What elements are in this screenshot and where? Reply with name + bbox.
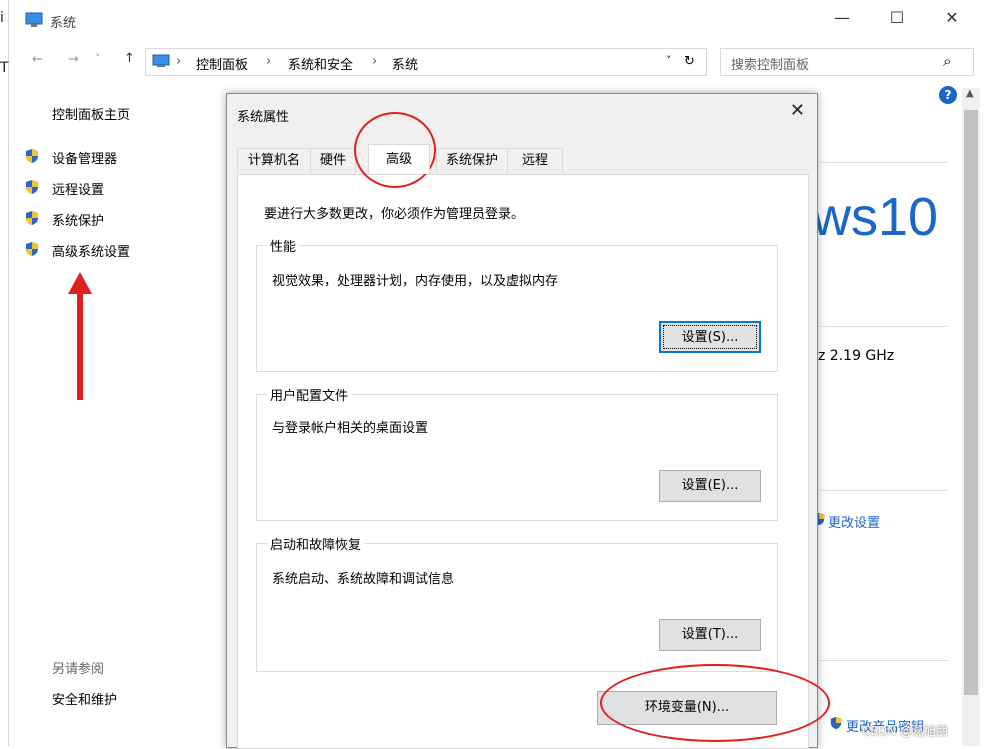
crumb-sep-icon: › <box>372 54 378 69</box>
up-button[interactable]: ↑ <box>124 51 135 66</box>
recent-dropdown[interactable]: ˅ <box>95 52 101 65</box>
address-box[interactable]: › 控制面板 › 系统和安全 › 系统 ˅ ↻ <box>145 48 707 76</box>
tab-advanced[interactable]: 高级 <box>368 144 430 174</box>
divider <box>820 162 948 163</box>
crumb-sep-icon: › <box>176 54 182 69</box>
tab-remote[interactable]: 远程 <box>507 148 563 173</box>
forward-button[interactable]: → <box>68 52 79 67</box>
see-also-heading: 另请参阅 <box>52 662 105 677</box>
annotation-circle-env <box>600 664 830 742</box>
watermark: CSDN @葛旭朋 <box>862 724 949 738</box>
sidebar-home-link[interactable]: 控制面板主页 <box>52 104 130 123</box>
edge-char-1: i <box>0 10 4 26</box>
shield-icon <box>830 716 842 730</box>
window-titlebar: 系统 — ☐ ✕ <box>22 0 988 42</box>
dialog-close-button[interactable]: ✕ <box>790 100 805 121</box>
change-settings-link[interactable]: 更改设置 <box>828 512 880 531</box>
address-dropdown-icon[interactable]: ˅ <box>666 54 672 67</box>
crumb-security[interactable]: 系统和安全 <box>288 54 353 73</box>
user-profiles-legend: 用户配置文件 <box>267 385 352 404</box>
maximize-button[interactable]: ☐ <box>877 8 917 27</box>
sidebar-item-remote-settings[interactable]: 远程设置 <box>52 179 104 198</box>
performance-desc: 视觉效果，处理器计划，内存使用，以及虚拟内存 <box>272 274 559 289</box>
windows-logo-text: ws10 <box>812 187 939 247</box>
sidebar-item-advanced-settings[interactable]: 高级系统设置 <box>52 241 130 260</box>
performance-settings-button[interactable]: 设置(S)... <box>659 321 761 353</box>
focus-ring <box>663 325 757 349</box>
user-profiles-settings-button[interactable]: 设置(E)... <box>659 470 761 502</box>
divider <box>820 490 948 491</box>
crumb-sep-icon: › <box>266 54 272 69</box>
scroll-up-icon[interactable]: ▲ <box>966 88 974 99</box>
help-icon[interactable]: ? <box>939 86 957 104</box>
startup-recovery-legend: 启动和故障恢复 <box>267 534 365 553</box>
shield-icon <box>26 242 38 256</box>
startup-recovery-group: 启动和故障恢复 系统启动、系统故障和调试信息 设置(T)... <box>256 534 778 672</box>
shield-icon <box>26 211 38 225</box>
tab-computer-name[interactable]: 计算机名 <box>237 148 311 173</box>
startup-recovery-desc: 系统启动、系统故障和调试信息 <box>272 572 455 587</box>
performance-legend: 性能 <box>267 236 300 255</box>
advanced-tab-panel: 要进行大多数更改，你必须作为管理员登录。 性能 视觉效果，处理器计划，内存使用，… <box>237 174 809 749</box>
sidebar-item-system-protection[interactable]: 系统保护 <box>52 210 104 229</box>
scrollbar-thumb[interactable] <box>964 110 978 695</box>
annotation-arrow <box>68 272 92 400</box>
divider <box>820 660 948 661</box>
user-profiles-desc: 与登录帐户相关的桌面设置 <box>272 421 429 436</box>
back-button[interactable]: ← <box>32 52 43 67</box>
shield-icon <box>26 180 38 194</box>
close-window-button[interactable]: ✕ <box>932 8 972 27</box>
security-maintenance-link[interactable]: 安全和维护 <box>52 689 117 708</box>
tab-system-protection[interactable]: 系统保护 <box>436 148 508 173</box>
admin-notice: 要进行大多数更改，你必须作为管理员登录。 <box>264 207 525 222</box>
refresh-icon[interactable]: ↻ <box>684 54 695 69</box>
dialog-title: 系统属性 <box>237 110 290 125</box>
search-icon[interactable]: ⌕ <box>943 52 951 70</box>
window-title: 系统 <box>50 16 77 31</box>
minimize-button[interactable]: — <box>822 8 862 27</box>
edge-char-2: T <box>0 60 9 76</box>
sidebar-item-device-manager[interactable]: 设备管理器 <box>52 148 117 167</box>
tab-hardware[interactable]: 硬件 <box>310 148 356 173</box>
control-panel-icon <box>152 54 170 67</box>
divider <box>820 326 948 327</box>
startup-recovery-settings-button[interactable]: 设置(T)... <box>659 619 761 651</box>
shield-icon <box>26 149 38 163</box>
user-profiles-group: 用户配置文件 与登录帐户相关的桌面设置 设置(E)... <box>256 385 778 521</box>
system-properties-dialog: 系统属性 ✕ 计算机名 硬件 高级 系统保护 远程 要进行大多数更改，你必须作为… <box>226 93 818 749</box>
monitor-icon <box>25 12 43 27</box>
crumb-system[interactable]: 系统 <box>392 54 418 73</box>
crumb-control-panel[interactable]: 控制面板 <box>196 54 248 73</box>
search-placeholder: 搜索控制面板 <box>731 58 810 73</box>
search-input[interactable]: 搜索控制面板 ⌕ <box>720 48 974 76</box>
cpu-speed: z 2.19 GHz <box>818 348 895 364</box>
performance-group: 性能 视觉效果，处理器计划，内存使用，以及虚拟内存 设置(S)... <box>256 236 778 372</box>
